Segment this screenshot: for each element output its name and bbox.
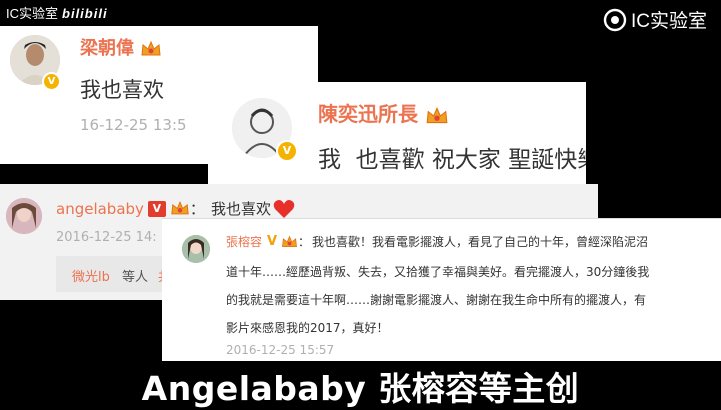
watermark-left: IC实验室 bilibili — [6, 3, 108, 22]
post-header: angelababy V ： 我也喜欢 — [56, 198, 295, 219]
avatar[interactable] — [6, 198, 42, 234]
repost-user-link[interactable]: 微光lb — [72, 266, 110, 285]
watermark-right: IC实验室 — [603, 6, 707, 33]
video-subtitle: Angelababy 张榕容等主创 — [141, 369, 580, 408]
avatar[interactable] — [182, 235, 210, 263]
post-card-4: 張榕容 V ： 我也喜歡！我看電影擺渡人，看見了自己的十年，曾經深陷泥沼 道十年… — [162, 218, 721, 361]
post-text: 我也喜欢 — [80, 78, 164, 102]
verified-badge-icon: V — [266, 233, 278, 249]
red-heart-icon — [273, 199, 295, 218]
user-name-text[interactable]: 梁朝偉 — [80, 38, 134, 59]
user-name-text[interactable]: 張榕容 — [226, 233, 262, 250]
verified-badge-icon: V — [276, 140, 298, 162]
post-text: 我 也喜歡 祝大家 聖誕快樂 — [318, 147, 586, 173]
crown-member-icon — [171, 200, 189, 215]
crown-member-icon — [141, 40, 161, 56]
post-text-line-2: 道十年……經歷過背叛、失去，又拾獲了幸福與美好。看完擺渡人，30分鐘後我 — [226, 265, 650, 279]
crown-member-icon — [282, 235, 297, 247]
post-text-line-3: 的我就是需要這十年啊……謝謝電影擺渡人、謝謝在我生命中所有的擺渡人，有 — [226, 293, 647, 307]
post-time[interactable]: 2016-12-25 15:57 — [226, 343, 334, 357]
bilibili-logo: bilibili — [62, 6, 108, 21]
verified-badge-icon: V — [147, 200, 166, 217]
repost-suffix: 等人 — [122, 270, 149, 285]
user-name-text[interactable]: 陳奕迅所長 — [318, 102, 418, 126]
colon: ： — [189, 200, 205, 218]
post-text-line-1: 我也喜歡！我看電影擺渡人，看見了自己的十年，曾經深陷泥沼 — [312, 235, 649, 249]
post-header: 張榕容 V ： 我也喜歡！我看電影擺渡人，看見了自己的十年，曾經深陷泥沼 — [226, 233, 648, 250]
user-name[interactable]: 梁朝偉 — [80, 34, 162, 60]
ic-lab-logo-icon — [603, 8, 627, 31]
watermark-right-text: IC实验室 — [630, 11, 707, 32]
crown-member-icon — [426, 106, 448, 123]
verified-badge-icon: V — [42, 72, 61, 91]
watermark-left-text: IC实验室 — [6, 6, 59, 21]
user-name[interactable]: 陳奕迅所長 — [318, 98, 449, 127]
post-text-line-4: 影片來感恩我的2017，真好！ — [226, 321, 389, 335]
colon: ： — [298, 235, 311, 249]
post-time[interactable]: 16-12-25 13:5 — [80, 116, 187, 134]
post-text: 我也喜欢 — [210, 200, 271, 218]
post-time[interactable]: 2016-12-25 14: — [56, 230, 157, 245]
user-name-text[interactable]: angelababy — [56, 200, 144, 218]
